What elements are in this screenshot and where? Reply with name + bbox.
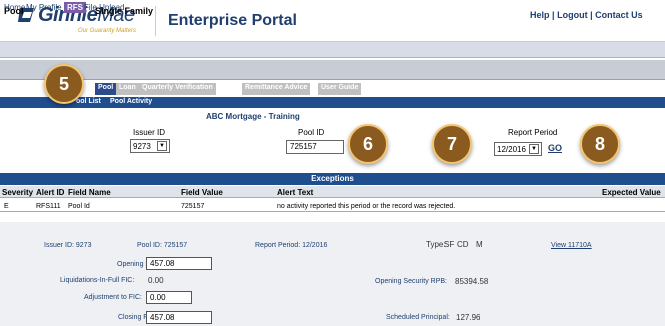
subnav-pool-list[interactable]: ool List [76,98,101,105]
pool-bar [0,60,665,80]
portal-title: Enterprise Portal [168,12,297,29]
detail-type-label: Type: [426,240,446,249]
column-header: Field Value [181,188,223,197]
separator: | [590,10,593,20]
tab-quarterly-verification[interactable]: Quarterly Verification [139,83,216,95]
tab-loan[interactable]: Loan [116,83,139,95]
detail-pool-id: Pool ID: 725157 [137,242,188,249]
column-header: Field Name [68,188,111,197]
report-period-select[interactable]: 12/2016 ▼ [494,142,542,156]
menu-bar [0,42,665,58]
tab-pool[interactable]: Pool [95,83,117,95]
issuer-id-label: Issuer ID [133,128,166,137]
pool-id-label: Pool ID [298,128,325,137]
exceptions-header: Exceptions [0,173,665,185]
opening-rpb-value: 85394.58 [455,277,489,286]
cell-field-value: 725157 [181,203,205,210]
adjustment-fic-input[interactable]: 0.00 [146,291,192,304]
tab-user-guide[interactable]: User Guide [318,83,362,95]
type-sf-option[interactable]: SF [444,240,454,249]
cell-severity: E [4,203,9,210]
scheduled-principal-value: 127.96 [456,313,481,322]
chevron-down-icon: ▼ [529,144,539,154]
step-badge-5: 5 [44,64,84,104]
issuer-id-value: 9273 [133,141,151,151]
cell-alert-id: RFS111 [36,203,61,210]
separator: | [552,10,555,20]
column-header: Expected Value [602,188,661,197]
menu-rfs[interactable]: RFS [64,2,86,13]
detail-report-period: Report Period: 12/2016 [255,242,328,249]
logout-link[interactable]: Logout [557,10,588,20]
type-cd-option[interactable]: CD [457,240,469,249]
pool-details-panel [0,222,665,326]
chevron-down-icon: ▼ [157,141,167,151]
detail-issuer-id: Issuer ID: 9273 [44,242,92,249]
cell-field-name: Pool Id [68,203,90,210]
help-link[interactable]: Help [530,10,550,20]
logo-tagline: Our Guaranty Matters [78,28,137,34]
report-period-value: 12/2016 [497,144,526,154]
subnav-pool-activity[interactable]: Pool Activity [110,98,152,105]
opening-rpb-label: Opening Security RPB: [375,278,447,285]
step-badge-8: 8 [580,124,620,164]
adjustment-fic-label: Adjustment to FIC: [84,294,142,301]
liquidations-fic-value: 0.00 [148,276,164,285]
top-links: Help | Logout | Contact Us [530,10,643,20]
cell-alert-text: no activity reported this period or the … [277,203,456,210]
step-badge-7: 7 [432,124,472,164]
organization-name: ABC Mortgage - Training [206,112,300,121]
opening-fic-input[interactable]: 457.08 [146,257,212,270]
pool-subtitle: Single Family [95,6,154,16]
step-badge-6: 6 [348,124,388,164]
column-header: Alert Text [277,188,314,197]
scheduled-principal-label: Scheduled Principal: [386,314,450,321]
view-11710a-link[interactable]: View 11710A [551,242,592,249]
tab-remittance-advice[interactable]: Remittance Advice [242,83,311,95]
pool-title: Pool [4,6,24,16]
liquidations-fic-label: Liquidations-In-Full FIC: [60,277,135,284]
issuer-id-select[interactable]: 9273 ▼ [130,139,170,153]
pool-id-input[interactable]: 725157 [286,140,344,154]
column-header: Alert ID [36,188,65,197]
logo-divider [155,6,156,36]
go-button[interactable]: GO [548,143,562,153]
contact-us-link[interactable]: Contact Us [595,10,643,20]
type-m-option[interactable]: M [476,240,483,249]
column-header: Severity [2,188,34,197]
report-period-label: Report Period [508,128,558,137]
closing-fic-input[interactable]: 457.08 [146,311,212,324]
menu-my-profile[interactable]: My Profile [26,3,62,12]
